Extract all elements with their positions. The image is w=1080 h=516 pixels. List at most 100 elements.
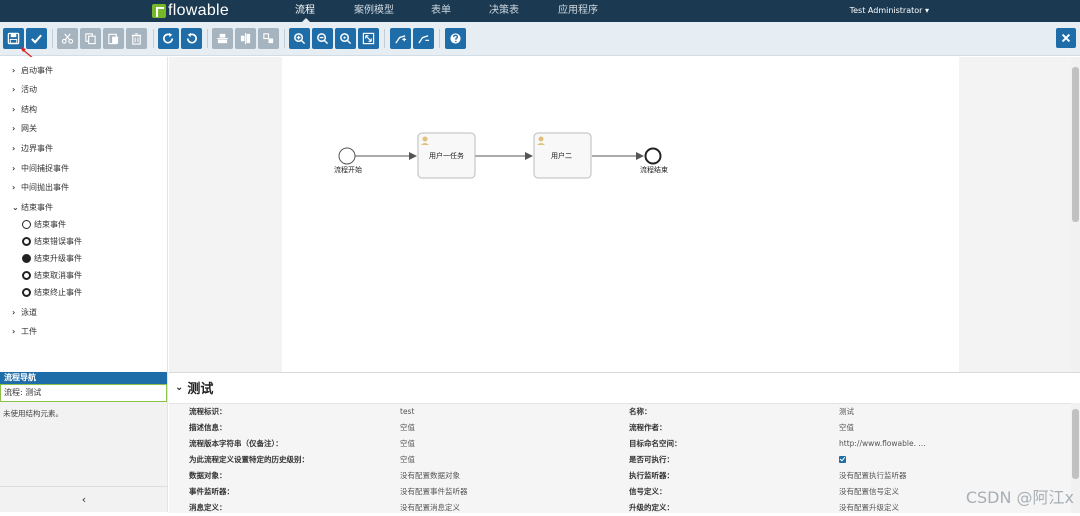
shape-palette: › 启动事件 › 活动 › 结构 › 网关 › 边界事件 › 中间捕捉事件 › 中间抛出事件 …: [0, 57, 168, 372]
property-value[interactable]: 没有配置执行监听器: [839, 468, 907, 484]
palette-group-catch-events[interactable]: › 中间捕捉事件: [12, 163, 69, 174]
palette-group-label: 中间捕捉事件: [21, 164, 69, 173]
align-vertical-button[interactable]: [212, 28, 233, 49]
nav-apps[interactable]: 应用程序: [558, 0, 598, 22]
palette-item-error-end-event[interactable]: 结束错误事件: [22, 236, 82, 247]
toolbar-separator: [384, 29, 385, 48]
navigator-process-item[interactable]: 流程: 测试: [0, 384, 167, 402]
property-row: 描述信息： 空值 流程作者： 空值: [169, 420, 1069, 436]
properties-header[interactable]: ⌄ 测试: [175, 378, 213, 397]
property-value[interactable]: 没有配置事件监听器: [400, 484, 468, 500]
executable-checkbox[interactable]: [839, 456, 846, 463]
toolbar-separator: [153, 29, 154, 48]
chevron-right-icon: ›: [12, 144, 16, 153]
property-value[interactable]: 测试: [839, 404, 854, 420]
check-icon: [31, 34, 42, 44]
cut-button[interactable]: [57, 28, 78, 49]
delete-button[interactable]: [126, 28, 147, 49]
diagram-canvas[interactable]: 流程开始 用户一任务 用户二 流程结束: [282, 57, 959, 372]
zoom-out-button[interactable]: [312, 28, 333, 49]
same-size-button[interactable]: [258, 28, 279, 49]
scroll-thumb[interactable]: [1072, 67, 1079, 222]
close-editor-button[interactable]: [1056, 28, 1076, 48]
nav-decision-table[interactable]: 决策表: [489, 0, 519, 22]
property-label: 数据对象：: [189, 471, 227, 480]
help-button[interactable]: [445, 28, 466, 49]
properties-panel: ⌄ 测试 流程标识： test 名称： 测试 描述信息： 空值 流程作者： 空值 …: [169, 372, 1080, 513]
palette-group-throw-events[interactable]: › 中间抛出事件: [12, 182, 69, 193]
property-value[interactable]: test: [400, 404, 414, 420]
bend-point-remove-button[interactable]: [413, 28, 434, 49]
canvas-scrollbar[interactable]: [1071, 57, 1080, 372]
property-value[interactable]: 没有配置信号定义: [839, 484, 899, 500]
property-row: 事件监听器： 没有配置事件监听器 信号定义： 没有配置信号定义: [169, 484, 1069, 500]
nav-form[interactable]: 表单: [431, 0, 451, 22]
navigator-empty-text: 未使用结构元素。: [3, 409, 63, 418]
palette-group-artifacts[interactable]: › 工件: [12, 326, 37, 337]
canvas-area: 流程开始 用户一任务 用户二 流程结束: [169, 57, 1080, 372]
palette-group-gateways[interactable]: › 网关: [12, 123, 37, 134]
property-label: 流程作者：: [629, 423, 667, 432]
start-event[interactable]: [338, 147, 356, 165]
redo-button[interactable]: [158, 28, 179, 49]
property-value[interactable]: 没有配置消息定义: [400, 500, 460, 516]
end-event[interactable]: [644, 147, 662, 165]
chevron-right-icon: ›: [12, 183, 16, 192]
property-label: 流程标识：: [189, 407, 227, 416]
property-row: 数据对象： 没有配置数据对象 执行监听器： 没有配置执行监听器: [169, 468, 1069, 484]
palette-item-cancel-end-event[interactable]: 结束取消事件: [22, 270, 82, 281]
palette-group-swimlanes[interactable]: › 泳道: [12, 307, 37, 318]
properties-title: 测试: [187, 382, 214, 397]
undo-icon: [186, 32, 197, 44]
flowable-logo[interactable]: flowable: [152, 2, 229, 20]
palette-item-escalation-end-event[interactable]: 结束升级事件: [22, 253, 82, 264]
chevron-right-icon: ›: [12, 164, 16, 173]
property-value[interactable]: 空值: [839, 420, 854, 436]
logo-text: flowable: [168, 2, 230, 19]
copy-icon: [85, 33, 96, 45]
zoom-fit-button[interactable]: [358, 28, 379, 49]
property-value[interactable]: 没有配置升级定义: [839, 500, 899, 516]
undo-button[interactable]: [181, 28, 202, 49]
palette-group-structural[interactable]: › 结构: [12, 104, 37, 115]
zoom-out-icon: [317, 33, 329, 45]
property-value[interactable]: 空值: [400, 420, 415, 436]
process-navigator: 流程导航 流程: 测试 未使用结构元素。 ‹: [0, 372, 168, 512]
collapse-navigator-button[interactable]: ‹: [0, 486, 168, 512]
property-value[interactable]: 没有配置数据对象: [400, 468, 460, 484]
zoom-actual-button[interactable]: [335, 28, 356, 49]
palette-group-end-events[interactable]: ⌄ 结束事件: [12, 202, 53, 213]
copy-button[interactable]: [80, 28, 101, 49]
bend-point-add-button[interactable]: [390, 28, 411, 49]
end-event-icon: [22, 220, 31, 229]
toolbar-separator: [284, 29, 285, 48]
property-label: 名称：: [629, 407, 652, 416]
zoom-in-button[interactable]: [289, 28, 310, 49]
scroll-thumb[interactable]: [1072, 409, 1079, 479]
property-value[interactable]: 空值: [400, 452, 415, 468]
palette-group-start-events[interactable]: › 启动事件: [12, 65, 53, 76]
palette-item-terminate-end-event[interactable]: 结束终止事件: [22, 287, 82, 298]
redo-icon: [163, 32, 174, 44]
cancel-end-event-icon: [22, 271, 31, 280]
properties-grid: 流程标识： test 名称： 测试 描述信息： 空值 流程作者： 空值 流程版本…: [169, 403, 1080, 513]
palette-group-label: 网关: [21, 124, 37, 133]
same-size-icon: [263, 33, 274, 44]
palette-item-end-event[interactable]: 结束事件: [22, 219, 66, 230]
nav-case-model[interactable]: 案例模型: [354, 0, 394, 22]
paste-button[interactable]: [103, 28, 124, 49]
property-label: 描述信息：: [189, 423, 227, 432]
palette-group-label: 工件: [21, 327, 37, 336]
chevron-right-icon: ›: [12, 327, 16, 336]
toolbar-separator: [439, 29, 440, 48]
bend-add-icon: [395, 35, 407, 44]
palette-group-boundary-events[interactable]: › 边界事件: [12, 143, 53, 154]
property-value[interactable]: 空值: [400, 436, 415, 452]
palette-group-activities[interactable]: › 活动: [12, 84, 37, 95]
align-horizontal-button[interactable]: [235, 28, 256, 49]
escalation-end-event-icon: [22, 254, 31, 263]
palette-group-label: 中间抛出事件: [21, 183, 69, 192]
property-value[interactable]: http://www.flowable. ...: [839, 436, 926, 452]
user-menu[interactable]: Test Administrator ▾: [850, 0, 929, 22]
property-label: 升级的定义：: [629, 503, 674, 512]
